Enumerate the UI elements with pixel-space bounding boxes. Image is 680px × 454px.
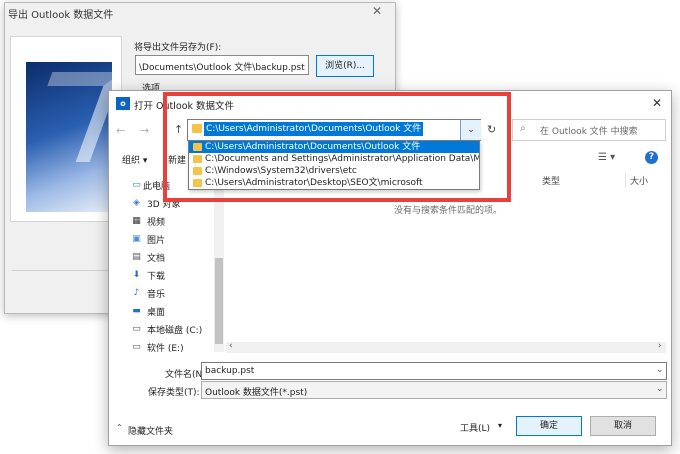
empty-results-message: 没有与搜索条件匹配的项。: [394, 206, 503, 216]
computer-icon: ▭: [132, 180, 141, 190]
column-separator: [625, 172, 626, 188]
tools-button[interactable]: 工具(L): [460, 421, 490, 434]
help-icon[interactable]: ?: [645, 151, 658, 164]
horizontal-scrollbar[interactable]: [226, 342, 666, 353]
filename-chevron-down-icon[interactable]: ⌄: [656, 365, 664, 375]
scroll-left-icon[interactable]: ‹: [229, 341, 233, 351]
filetype-chevron-down-icon[interactable]: ⌄: [656, 384, 664, 394]
cancel-button[interactable]: 取消: [590, 416, 656, 436]
tools-dropdown-icon[interactable]: ▾: [498, 421, 502, 430]
nav-item-downloads[interactable]: 下载: [147, 269, 165, 282]
nav-item-videos[interactable]: 视频: [147, 215, 165, 228]
picture-icon: ▣: [132, 234, 141, 244]
video-icon: ▦: [132, 216, 141, 226]
ok-button[interactable]: 确定: [516, 416, 582, 436]
column-header-size[interactable]: 大小: [630, 174, 648, 187]
wizard-graphic: [26, 62, 112, 212]
outlook-app-icon: o: [116, 97, 130, 110]
nav-item-pictures[interactable]: 图片: [147, 233, 165, 246]
filetype-select[interactable]: Outlook 数据文件(*.pst): [201, 381, 667, 399]
highlight-annotation-box: [163, 92, 511, 202]
hide-folders-button[interactable]: 隐藏文件夹: [128, 424, 173, 437]
nav-item-desktop[interactable]: 桌面: [147, 305, 165, 318]
document-icon: ▤: [132, 252, 141, 262]
nav-item-local-disk-c[interactable]: 本地磁盘 (C:): [147, 323, 202, 336]
3d-objects-icon: ◈: [133, 198, 140, 208]
view-options-icon[interactable]: ☰ ▾: [598, 152, 615, 163]
nav-item-music[interactable]: 音乐: [147, 287, 165, 300]
search-placeholder: 在 Outlook 文件 中搜索: [540, 127, 638, 137]
forward-arrow-icon[interactable]: →: [140, 124, 149, 137]
nav-item-software-e[interactable]: 软件 (E:): [147, 341, 184, 354]
desktop-icon: ▬: [132, 306, 141, 316]
search-icon: ⌕: [520, 123, 526, 134]
export-dialog-close-icon[interactable]: ✕: [372, 4, 382, 18]
organize-button[interactable]: 组织 ▾: [122, 153, 147, 166]
filename-input[interactable]: backup.pst: [201, 362, 667, 380]
back-arrow-icon[interactable]: ←: [116, 124, 125, 137]
chevron-up-icon[interactable]: ⌃: [116, 423, 123, 432]
download-icon: ⬇: [132, 270, 141, 280]
column-header-type[interactable]: 类型: [542, 174, 560, 187]
navigation-scroll-thumb[interactable]: [215, 258, 223, 344]
wizard-arrow-graphic: [26, 72, 112, 162]
save-as-label: 将导出文件另存为(F):: [134, 43, 222, 53]
browse-button[interactable]: 浏览(R)...: [316, 55, 374, 77]
scroll-right-icon[interactable]: ›: [658, 341, 662, 351]
export-dialog-title: 导出 Outlook 数据文件: [8, 10, 114, 21]
save-path-input[interactable]: \Documents\Outlook 文件\backup.pst: [135, 55, 309, 75]
drive-icon: ▭: [132, 342, 141, 352]
close-icon[interactable]: ✕: [652, 96, 662, 110]
filetype-label: 保存类型(T):: [148, 388, 200, 398]
music-icon: ♪: [133, 288, 140, 298]
nav-item-documents[interactable]: 文档: [147, 251, 165, 264]
drive-icon: ▭: [132, 324, 141, 334]
